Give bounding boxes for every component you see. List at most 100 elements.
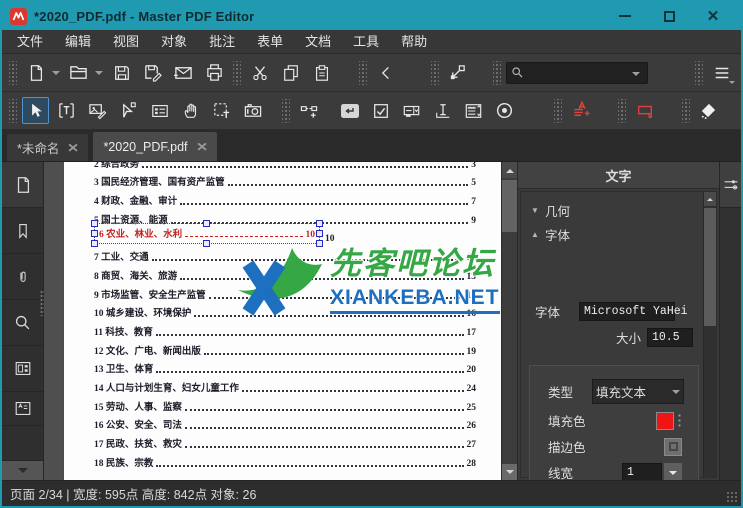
- copy-button[interactable]: [277, 59, 304, 86]
- toolbar-grip[interactable]: [682, 99, 690, 123]
- search-box[interactable]: [506, 62, 648, 84]
- document-scrollbar[interactable]: [501, 162, 517, 480]
- save-button[interactable]: [108, 59, 135, 86]
- toolbar-grip[interactable]: [695, 61, 703, 85]
- panel-scroll-up-button[interactable]: [704, 192, 716, 206]
- edit-text-tool-button[interactable]: [53, 97, 80, 124]
- scroll-up-button[interactable]: [502, 162, 517, 178]
- print-button[interactable]: [201, 59, 228, 86]
- toc-entry[interactable]: 18 民族、宗教28: [94, 453, 476, 472]
- menu-item[interactable]: 对象: [150, 30, 198, 53]
- scrollbar-thumb[interactable]: [502, 180, 517, 232]
- menu-item[interactable]: 工具: [342, 30, 390, 53]
- new-document-dropdown-icon[interactable]: [52, 71, 60, 79]
- properties-tab-button[interactable]: [720, 162, 741, 208]
- toolbar-grip[interactable]: [282, 99, 290, 123]
- edit-image-tool-button[interactable]: [84, 97, 111, 124]
- font-size-field[interactable]: 10.5: [647, 328, 693, 347]
- panel-scrollbar[interactable]: [703, 192, 716, 477]
- close-button[interactable]: ✕: [691, 4, 735, 28]
- menu-item[interactable]: 帮助: [390, 30, 438, 53]
- stroke-color-swatch[interactable]: [664, 438, 682, 456]
- section-geometry[interactable]: ▼ 几何: [521, 198, 703, 222]
- send-email-button[interactable]: [170, 59, 197, 86]
- toolbar-grip[interactable]: [431, 61, 439, 85]
- form-fields-button[interactable]: [2, 346, 43, 392]
- edit-path-tool-button[interactable]: [115, 97, 142, 124]
- font-name-field[interactable]: Microsoft YaHei: [579, 302, 675, 321]
- attachments-button[interactable]: [2, 254, 43, 300]
- selection-handle[interactable]: [203, 220, 210, 227]
- fit-page-button[interactable]: [444, 59, 471, 86]
- toc-entry[interactable]: 4 财政、金融、审计7: [94, 191, 476, 210]
- annotate-text-tool-button[interactable]: [567, 97, 594, 124]
- text-field-tool-button[interactable]: [429, 97, 456, 124]
- main-menu-button[interactable]: [708, 59, 735, 86]
- eraser-tool-button[interactable]: [695, 97, 722, 124]
- menu-item[interactable]: 表单: [246, 30, 294, 53]
- search-input[interactable]: [524, 66, 631, 80]
- select-area-tool-button[interactable]: [208, 97, 235, 124]
- selection-handle[interactable]: [91, 230, 98, 237]
- toc-entry[interactable]: 14 人口与计划生育、妇女儿童工作24: [94, 378, 476, 397]
- menu-item[interactable]: 文档: [294, 30, 342, 53]
- selection-handle[interactable]: [316, 220, 323, 227]
- search-panel-button[interactable]: [2, 300, 43, 346]
- annotate-rectangle-tool-button[interactable]: [631, 97, 658, 124]
- toc-entry[interactable]: 3 国民经济管理、国有资产监管5: [94, 173, 476, 192]
- cut-button[interactable]: [246, 59, 273, 86]
- maximize-button[interactable]: [647, 4, 691, 28]
- fill-color-swatch[interactable]: [656, 412, 674, 430]
- save-as-button[interactable]: [139, 59, 166, 86]
- menu-item[interactable]: 视图: [102, 30, 150, 53]
- toc-entry[interactable]: 17 民政、扶贫、救灾27: [94, 434, 476, 453]
- color-menu-dots-icon[interactable]: [677, 413, 682, 429]
- sidebar-scroll-down-button[interactable]: [2, 460, 43, 480]
- search-dropdown-icon[interactable]: [632, 72, 640, 80]
- menu-item[interactable]: 批注: [198, 30, 246, 53]
- selection-handle[interactable]: [203, 240, 210, 247]
- toc-entry[interactable]: 12 文化、广电、新闻出版19: [94, 341, 476, 360]
- push-button-tool-button[interactable]: [336, 97, 363, 124]
- paste-button[interactable]: [308, 59, 335, 86]
- new-document-button[interactable]: [22, 59, 49, 86]
- toc-entry[interactable]: 2 综合政务3: [94, 162, 476, 173]
- open-file-button[interactable]: [65, 59, 92, 86]
- menu-item[interactable]: 文件: [6, 30, 54, 53]
- selection-handle[interactable]: [91, 220, 98, 227]
- bookmarks-button[interactable]: [2, 208, 43, 254]
- toc-entry[interactable]: 11 科技、教育17: [94, 322, 476, 341]
- tab-close-icon[interactable]: ✕: [196, 140, 208, 154]
- pdf-page[interactable]: 2 综合政务33 国民经济管理、国有资产监管54 财政、金融、审计75 国土资源…: [64, 162, 501, 480]
- hand-tool-button[interactable]: [177, 97, 204, 124]
- tab-2020-pdf[interactable]: *2020_PDF.pdf ✕: [92, 131, 217, 161]
- checkbox-tool-button[interactable]: [367, 97, 394, 124]
- toolbar-grip[interactable]: [554, 99, 562, 123]
- scroll-down-button[interactable]: [502, 464, 517, 480]
- panel-scrollbar-thumb[interactable]: [704, 208, 716, 326]
- toolbar-grip[interactable]: [233, 61, 241, 85]
- select-tool-button[interactable]: [22, 97, 49, 124]
- tab-untitled[interactable]: *未命名 ✕: [6, 133, 89, 161]
- open-file-dropdown-icon[interactable]: [95, 71, 103, 79]
- back-button[interactable]: [372, 59, 399, 86]
- toc-entry[interactable]: 15 劳动、人事、监察25: [94, 397, 476, 416]
- minimize-button[interactable]: [603, 4, 647, 28]
- listbox-tool-button[interactable]: [460, 97, 487, 124]
- toolbar-grip[interactable]: [618, 99, 626, 123]
- fill-type-select[interactable]: 填充文本: [592, 379, 684, 404]
- menu-item[interactable]: 编辑: [54, 30, 102, 53]
- signatures-button[interactable]: [2, 392, 43, 426]
- section-font[interactable]: ▲ 字体: [521, 222, 703, 246]
- toolbar-grip[interactable]: [359, 61, 367, 85]
- document-canvas[interactable]: 2 综合政务33 国民经济管理、国有资产监管54 财政、金融、审计75 国土资源…: [44, 162, 501, 480]
- toc-entry[interactable]: 13 卫生、体育20: [94, 360, 476, 379]
- tab-close-icon[interactable]: ✕: [67, 141, 79, 155]
- toolbar-grip[interactable]: [9, 99, 17, 123]
- toc-entry[interactable]: 16 公安、安全、司法26: [94, 416, 476, 435]
- radio-button-tool-button[interactable]: [491, 97, 518, 124]
- edit-form-tool-button[interactable]: [146, 97, 173, 124]
- toolbar-grip[interactable]: [493, 61, 501, 85]
- page-thumbnails-button[interactable]: [2, 162, 43, 208]
- snapshot-tool-button[interactable]: [239, 97, 266, 124]
